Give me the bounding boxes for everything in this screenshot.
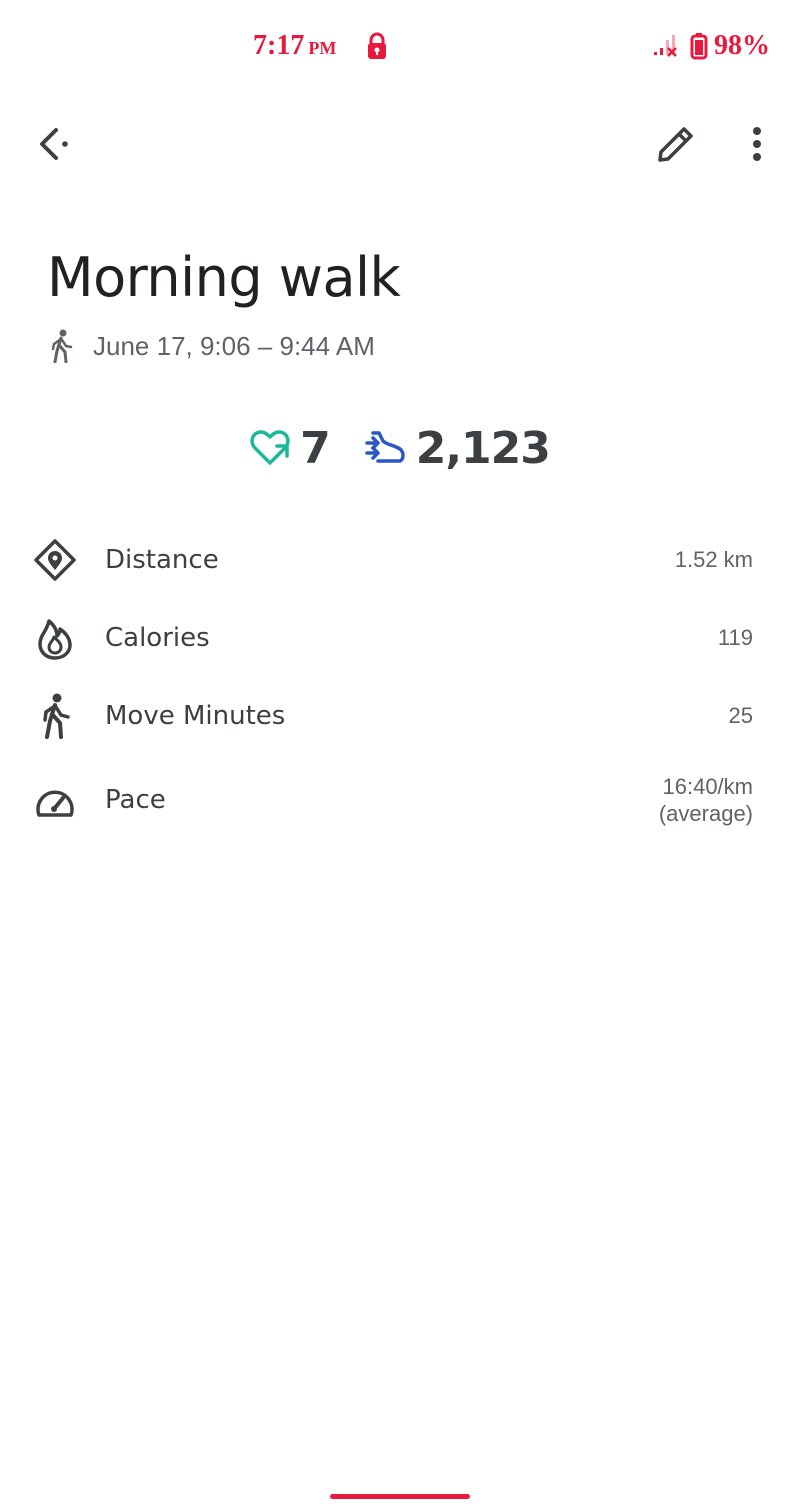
battery-percentage: 98% xyxy=(714,30,770,61)
signal-no-service-icon xyxy=(653,34,679,63)
metric-label: Pace xyxy=(105,785,166,815)
pencil-icon xyxy=(658,127,693,162)
steps-stat: 2,123 xyxy=(364,422,551,474)
pace-value: 16:40/km xyxy=(662,774,754,799)
lock-icon xyxy=(366,32,388,65)
metric-pace: Pace 16:40/km (average) xyxy=(0,772,800,832)
metric-label: Distance xyxy=(105,545,219,575)
activity-datetime-row: June 17, 9:06 – 9:44 AM xyxy=(48,328,375,364)
metric-distance: Distance 1.52 km xyxy=(0,536,800,586)
back-button[interactable] xyxy=(26,118,82,170)
more-vert-icon xyxy=(753,127,761,161)
steps-value: 2,123 xyxy=(415,422,551,474)
battery-icon xyxy=(690,32,708,65)
metric-label: Move Minutes xyxy=(105,701,286,731)
heart-points-value: 7 xyxy=(300,422,331,474)
activity-datetime: June 17, 9:06 – 9:44 AM xyxy=(93,330,375,361)
metric-value: 16:40/km (average) xyxy=(659,773,753,827)
pace-qualifier: (average) xyxy=(658,801,753,826)
metric-label: Calories xyxy=(105,623,210,653)
location-diamond-icon xyxy=(32,537,78,583)
heart-points-icon xyxy=(250,430,290,465)
speedometer-icon xyxy=(32,778,78,824)
activity-title: Morning walk xyxy=(47,246,401,309)
heart-points-stat: 7 xyxy=(250,422,331,474)
steps-shoe-icon xyxy=(364,431,405,463)
metric-value: 119 xyxy=(717,625,753,650)
metric-move-minutes: Move Minutes 25 xyxy=(0,692,800,742)
activity-stats: 7 2,123 xyxy=(0,418,800,478)
home-indicator[interactable] xyxy=(330,1494,470,1499)
more-options-button[interactable] xyxy=(735,118,779,170)
metric-value: 1.52 km xyxy=(674,547,753,572)
walking-person-icon xyxy=(51,329,73,363)
status-time: 7:17 PM xyxy=(253,30,337,61)
back-arrow-icon xyxy=(40,128,68,160)
walking-person-icon xyxy=(32,693,78,739)
metric-value: 25 xyxy=(728,703,753,728)
edit-button[interactable] xyxy=(648,118,704,170)
status-bar: 7:17 PM 98% xyxy=(0,0,800,90)
flame-icon xyxy=(32,615,78,661)
metric-calories: Calories 119 xyxy=(0,614,800,664)
